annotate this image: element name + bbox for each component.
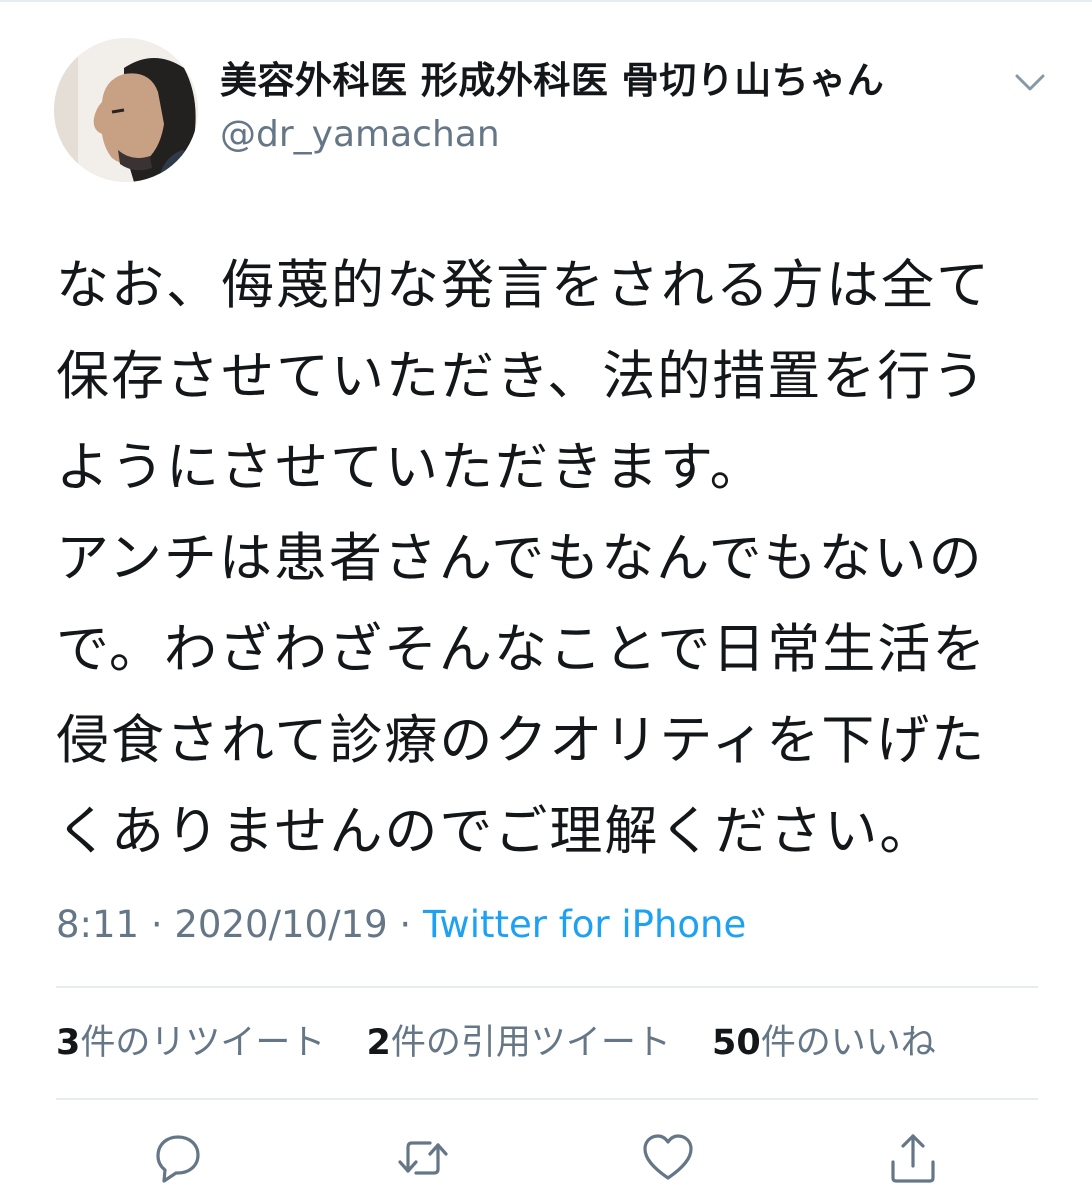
meta-separator: ·: [150, 903, 163, 946]
tweet-time[interactable]: 8:11: [56, 903, 139, 946]
user-handle[interactable]: @dr_yamachan: [220, 110, 500, 160]
tweet-date[interactable]: 2020/10/19: [174, 903, 387, 946]
top-divider: [0, 0, 1092, 2]
avatar-photo: [54, 38, 198, 182]
share-icon[interactable]: [885, 1130, 941, 1186]
like-count: 50: [712, 1023, 761, 1063]
display-name[interactable]: 美容外科医 形成外科医 骨切り山ちゃん: [220, 56, 884, 106]
like-count-link[interactable]: 50件のいいね: [712, 1016, 936, 1070]
tweet-text-line: 保存させていただき、法的措置を行う: [56, 346, 988, 407]
quote-count-label: 件の引用ツイート: [390, 1023, 671, 1063]
like-count-label: 件のいいね: [760, 1023, 936, 1063]
retweet-count-link[interactable]: 3件のリツイート: [56, 1016, 325, 1070]
reply-icon[interactable]: [150, 1130, 206, 1186]
chevron-down-icon[interactable]: [1010, 62, 1050, 102]
quote-count: 2: [366, 1023, 391, 1063]
heart-icon[interactable]: [640, 1130, 696, 1186]
divider: [56, 986, 1038, 988]
retweet-count: 3: [56, 1023, 81, 1063]
engagement-stats: 3件のリツイート 2件の引用ツイート 50件のいいね: [56, 1016, 966, 1070]
retweet-count-label: 件のリツイート: [80, 1023, 326, 1063]
tweet-text-line: アンチは患者さんでもなんでもないの: [56, 528, 984, 589]
tweet-text-line: ようにさせていただきます。: [56, 437, 765, 498]
quote-count-link[interactable]: 2件の引用ツイート: [367, 1016, 671, 1070]
tweet-text: なお、侮蔑的な発言をされる方は全て 保存させていただき、法的措置を行う ようにさ…: [56, 240, 1056, 877]
meta-separator: ·: [399, 903, 412, 946]
tweet-text-line: くありませんのでご理解ください。: [56, 801, 935, 862]
retweet-icon[interactable]: [395, 1130, 451, 1186]
divider: [56, 1098, 1038, 1100]
tweet-text-line: で。わざわざそんなことで日常生活を: [56, 619, 988, 680]
tweet-source-link[interactable]: Twitter for iPhone: [423, 903, 746, 946]
tweet-text-line: 侵食されて診療のクオリティを下げた: [56, 710, 987, 771]
avatar[interactable]: [54, 38, 198, 182]
tweet-text-line: なお、侮蔑的な発言をされる方は全て: [56, 255, 991, 316]
tweet-meta: 8:11 · 2020/10/19 · Twitter for iPhone: [56, 898, 746, 952]
